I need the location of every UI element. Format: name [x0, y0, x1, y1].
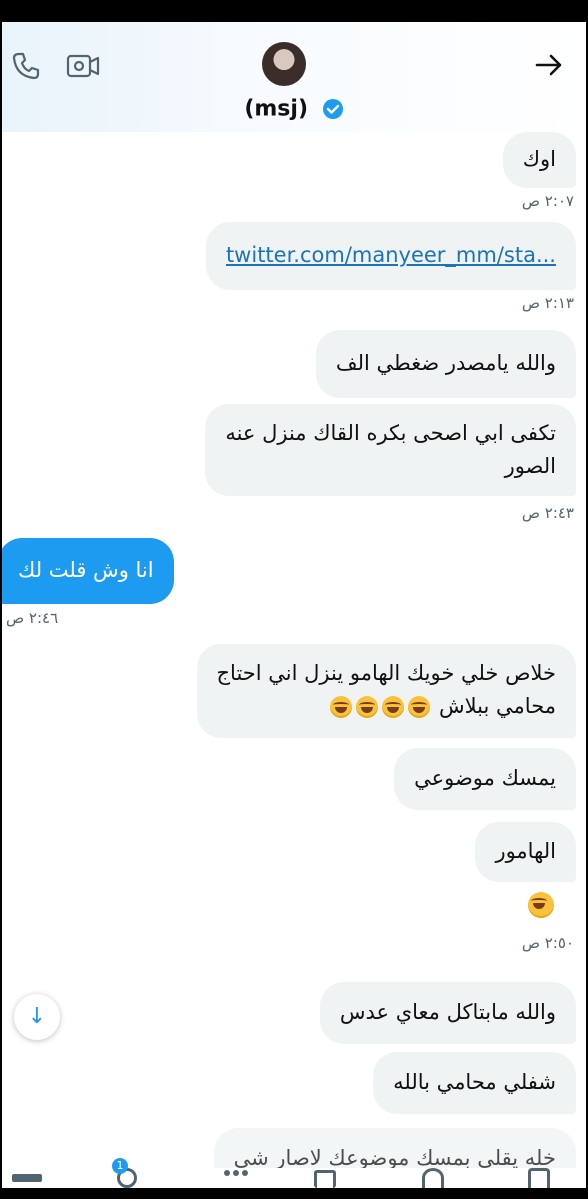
tears-of-joy-icon	[528, 892, 554, 918]
conversation-title[interactable]: (msj)	[2, 96, 586, 122]
avatar[interactable]	[262, 42, 306, 86]
message-time: ٢:٠٧ ص	[521, 192, 574, 210]
bottom-nav-bar	[2, 1168, 586, 1188]
message-time: ٢:٤٦ ص	[6, 609, 59, 627]
emoji-message[interactable]	[526, 892, 556, 918]
notification-badge: 1	[112, 1158, 128, 1174]
tears-of-joy-icon	[382, 696, 405, 718]
compose-icon[interactable]	[314, 1170, 336, 1188]
message-bubble[interactable]: والله يامصدر ضغطي الف	[315, 330, 576, 398]
arrow-down-icon: ↓	[27, 1004, 47, 1029]
home-icon[interactable]	[12, 1174, 42, 1182]
tears-of-joy-icon	[356, 696, 379, 718]
message-bubble[interactable]: تكفى ابي اصحى بكره القاك منزل عنه الصور	[205, 404, 576, 496]
tears-of-joy-icon	[408, 696, 431, 718]
message-time: ٢:٥٠ ص	[521, 934, 574, 952]
message-time: ٢:١٣ ص	[521, 294, 574, 312]
message-bubble[interactable]: خلاص خلي خويك الهامو ينزل اني احتاج محام…	[196, 644, 576, 738]
message-link[interactable]: twitter.com/manyeer_mm/sta...	[226, 243, 556, 267]
notifications-icon[interactable]	[422, 1168, 444, 1188]
scroll-to-bottom-button[interactable]: ↓	[14, 994, 60, 1040]
message-time: ٢:٤٣ ص	[521, 504, 574, 522]
messages-icon[interactable]	[528, 1168, 550, 1188]
message-link-bubble[interactable]: twitter.com/manyeer_mm/sta...	[205, 222, 576, 290]
message-bubble[interactable]: الهامور	[475, 822, 576, 882]
verified-badge-icon	[322, 99, 343, 119]
tears-of-joy-icon	[330, 696, 353, 718]
message-bubble-sent[interactable]: انا وش قلت لك	[2, 538, 174, 604]
dm-screen: (msj) اوك ٢:٠٧ ص twitter.com/manyeer_mm/…	[2, 22, 586, 1188]
message-bubble[interactable]: والله مابتاكل معاي عدس	[319, 982, 576, 1044]
phone-icon[interactable]	[10, 50, 42, 82]
message-bubble[interactable]: يمسك موضوعي	[394, 748, 576, 810]
message-bubble[interactable]: شفلي محامي بالله	[373, 1052, 576, 1114]
video-icon[interactable]	[66, 50, 100, 82]
conversation-header: (msj)	[2, 22, 586, 132]
spaces-icon[interactable]	[224, 1170, 248, 1178]
user-name: (msj)	[244, 96, 308, 122]
arrow-right-icon[interactable]	[534, 52, 564, 78]
message-bubble[interactable]: اوك	[502, 132, 576, 188]
